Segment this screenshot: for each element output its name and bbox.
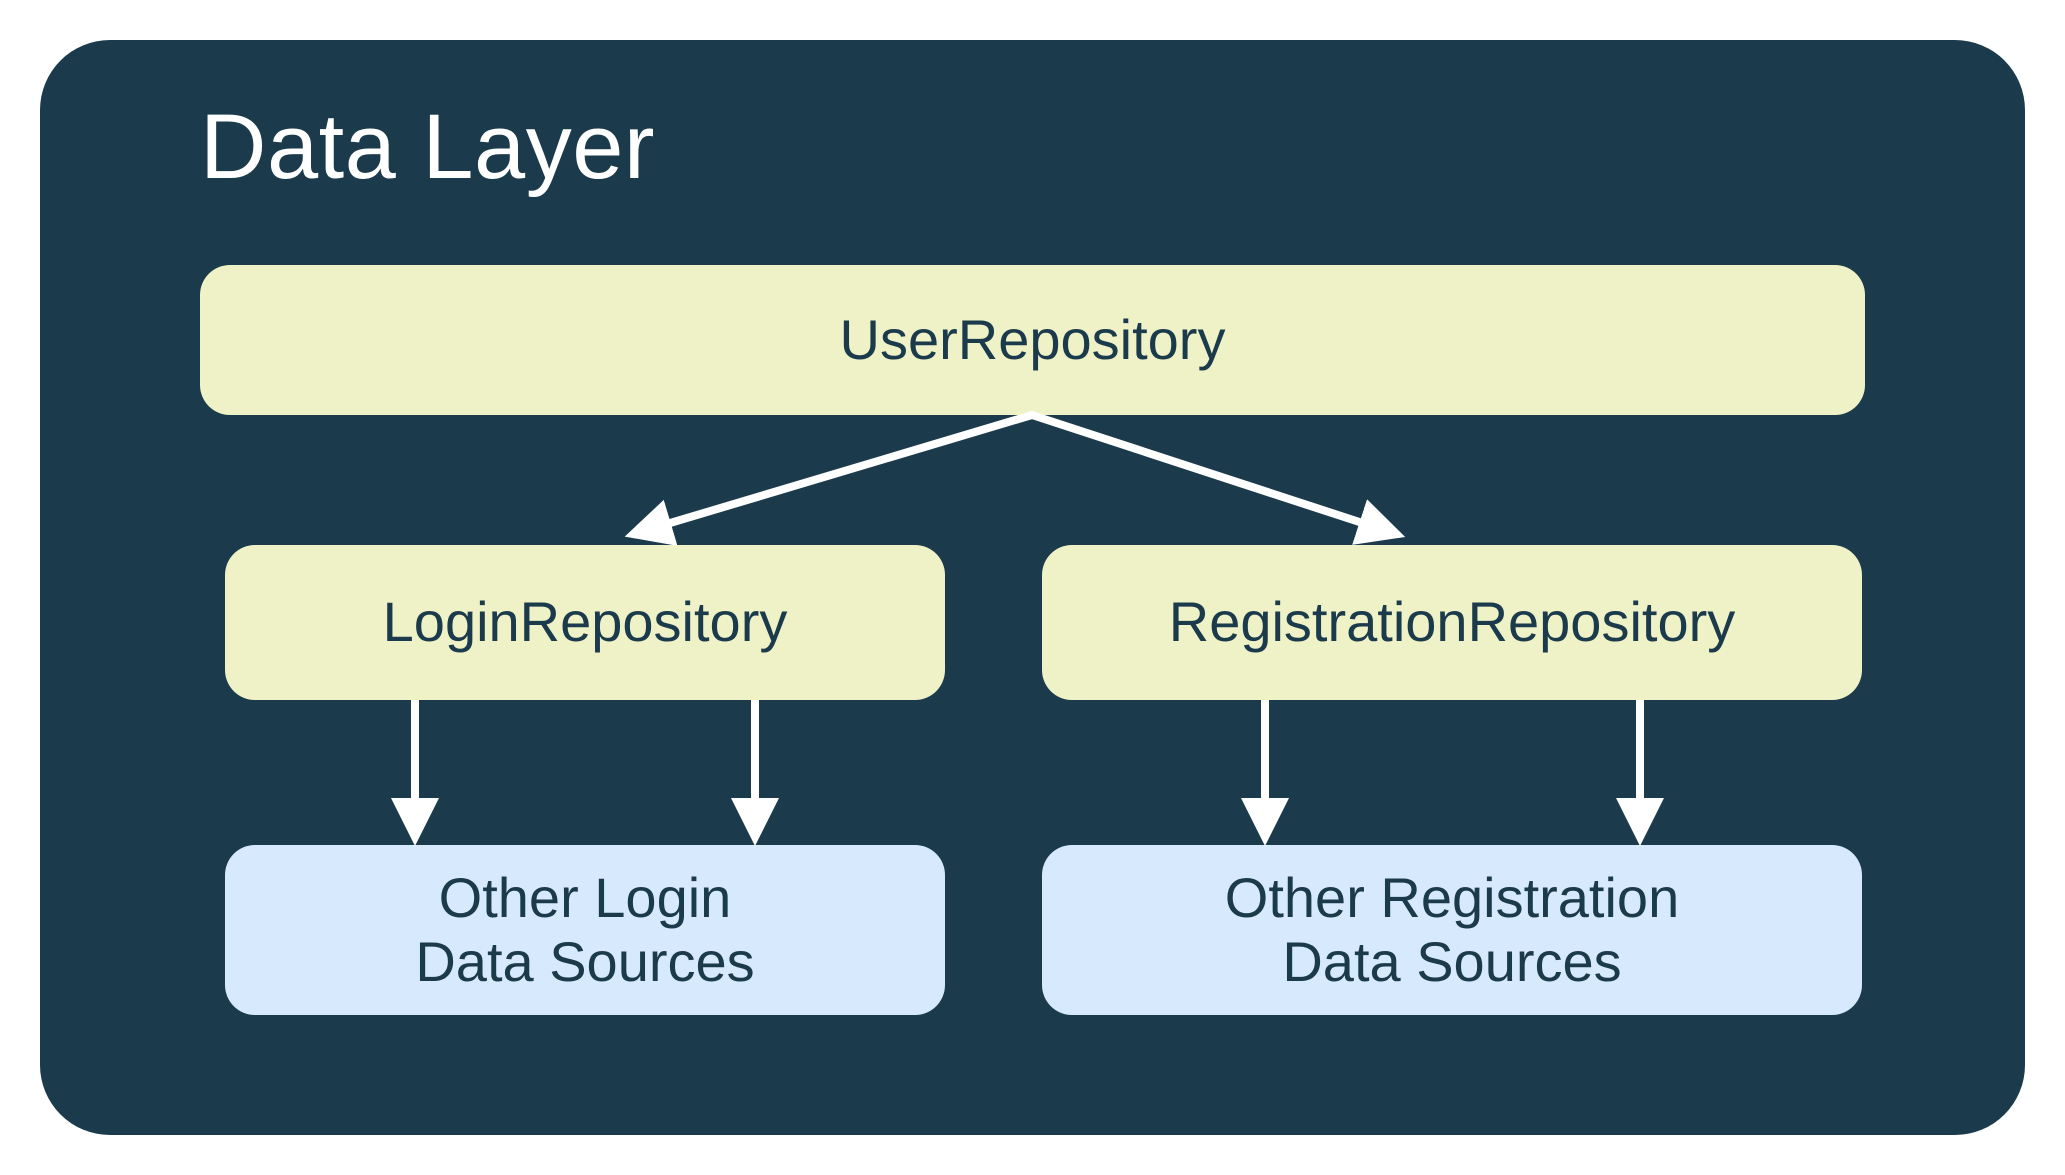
arrow-user-to-registration <box>1032 415 1390 532</box>
registration-down-arrows <box>1265 700 1640 830</box>
line2: Data Sources <box>1225 930 1679 994</box>
line1: Other Login <box>415 866 754 930</box>
node-label-multiline: Other Registration Data Sources <box>1225 866 1679 995</box>
node-login-repository: LoginRepository <box>225 545 945 700</box>
node-label-multiline: Other Login Data Sources <box>415 866 754 995</box>
node-label: LoginRepository <box>383 590 788 654</box>
node-login-data-sources: Other Login Data Sources <box>225 845 945 1015</box>
node-label: RegistrationRepository <box>1169 590 1735 654</box>
node-registration-repository: RegistrationRepository <box>1042 545 1862 700</box>
node-label: UserRepository <box>840 308 1226 372</box>
line2: Data Sources <box>415 930 754 994</box>
node-user-repository: UserRepository <box>200 265 1865 415</box>
data-layer-panel: Data Layer UserRepository LoginRepositor… <box>40 40 2025 1135</box>
node-registration-data-sources: Other Registration Data Sources <box>1042 845 1862 1015</box>
branch-arrows <box>640 415 1390 532</box>
arrow-user-to-login <box>640 415 1032 532</box>
login-down-arrows <box>415 700 755 830</box>
line1: Other Registration <box>1225 866 1679 930</box>
panel-title: Data Layer <box>200 95 655 200</box>
